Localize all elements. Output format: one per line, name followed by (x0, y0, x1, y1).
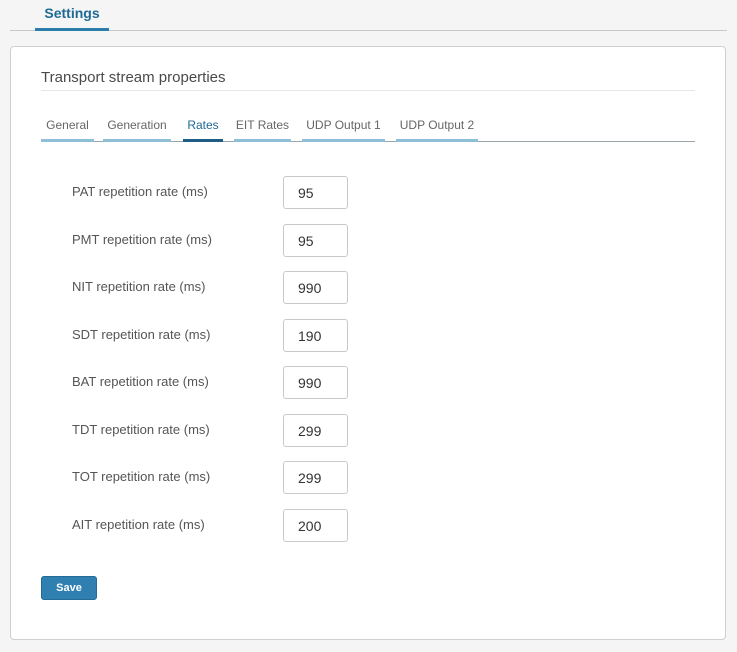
ait-rate-input[interactable] (283, 509, 348, 542)
nit-rate-label: NIT repetition rate (ms) (72, 279, 206, 294)
sdt-rate-input[interactable] (283, 319, 348, 352)
tab-general[interactable]: General (41, 117, 94, 142)
tab-rates[interactable]: Rates (183, 117, 223, 142)
nit-rate-input[interactable] (283, 271, 348, 304)
card-title: Transport stream properties (41, 69, 695, 91)
tab-udp-output-1[interactable]: UDP Output 1 (302, 117, 385, 142)
tab-eit-rates[interactable]: EIT Rates (234, 117, 291, 142)
bat-rate-input[interactable] (283, 366, 348, 399)
pmt-rate-label: PMT repetition rate (ms) (72, 232, 212, 247)
tab-udp-output-2[interactable]: UDP Output 2 (396, 117, 478, 142)
subtab-bar: General Generation Rates EIT Rates UDP O… (41, 117, 695, 142)
bat-rate-label: BAT repetition rate (ms) (72, 374, 209, 389)
tot-rate-input[interactable] (283, 461, 348, 494)
tab-generation[interactable]: Generation (103, 117, 171, 142)
sdt-rate-label: SDT repetition rate (ms) (72, 327, 211, 342)
pat-rate-input[interactable] (283, 176, 348, 209)
tdt-rate-label: TDT repetition rate (ms) (72, 422, 210, 437)
ait-rate-label: AIT repetition rate (ms) (72, 517, 205, 532)
pat-rate-label: PAT repetition rate (ms) (72, 184, 208, 199)
tab-settings[interactable]: Settings (35, 0, 109, 31)
tot-rate-label: TOT repetition rate (ms) (72, 469, 211, 484)
pmt-rate-input[interactable] (283, 224, 348, 257)
top-tab-bar: Settings (10, 0, 727, 31)
settings-card: Transport stream properties General Gene… (10, 46, 726, 640)
save-button[interactable]: Save (41, 576, 97, 600)
tdt-rate-input[interactable] (283, 414, 348, 447)
